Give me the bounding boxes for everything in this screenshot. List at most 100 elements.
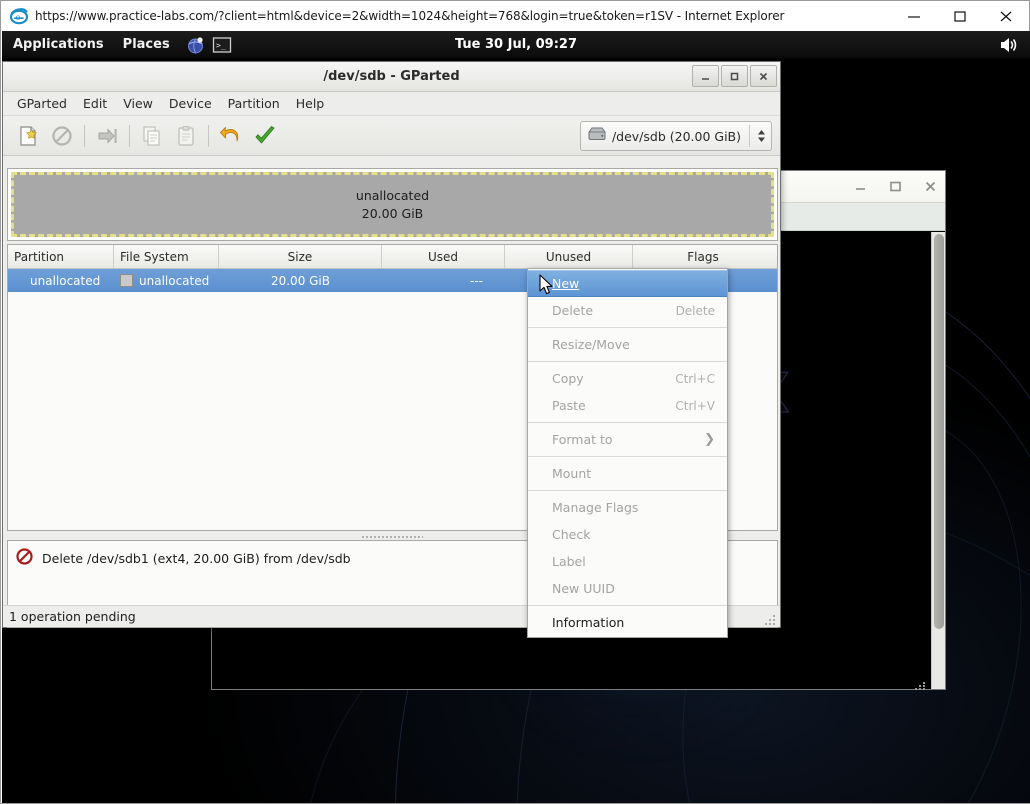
gnome-top-panel: Applications Places >_ — [2, 31, 1030, 59]
menu-item-paste-label: Paste — [552, 398, 586, 413]
kali-desktop: KALI LINUX The quieter you become, the m… — [2, 31, 1030, 803]
cell-size: 20.00 GiB — [219, 274, 382, 288]
ie-title-bar: e https://www.practice-labs.com/?client=… — [1, 1, 1029, 31]
menu-device[interactable]: Device — [161, 93, 220, 114]
menu-item-mount: Mount — [528, 460, 727, 487]
menu-item-mount-label: Mount — [552, 466, 591, 481]
menu-gparted[interactable]: GParted — [9, 93, 75, 114]
column-header-used[interactable]: Used — [382, 245, 505, 268]
menu-help[interactable]: Help — [288, 93, 333, 114]
status-text: 1 operation pending — [9, 609, 136, 624]
terminal-scrollbar-thumb[interactable] — [934, 234, 944, 629]
menu-partition[interactable]: Partition — [220, 93, 288, 114]
menu-view[interactable]: View — [115, 93, 161, 114]
background-window-controls — [854, 171, 937, 203]
ie-window-controls — [891, 1, 1029, 31]
svg-text:>_: >_ — [216, 41, 226, 50]
places-menu[interactable]: Places — [115, 34, 178, 55]
toolbar-separator — [208, 125, 209, 147]
background-close-button[interactable] — [924, 178, 937, 197]
menu-item-new-label: New — [552, 276, 579, 291]
background-minimize-button[interactable] — [854, 178, 867, 197]
terminal-scrollbar[interactable] — [931, 232, 945, 689]
column-header-size[interactable]: Size — [219, 245, 382, 268]
internet-explorer-window: e https://www.practice-labs.com/?client=… — [0, 0, 1030, 804]
partition-context-menu[interactable]: New Delete Delete Resize/Move Copy Ctrl+… — [527, 268, 728, 638]
hard-disk-icon — [587, 126, 607, 146]
chevron-right-icon: ❯ — [704, 432, 715, 447]
menu-item-resize-move-label: Resize/Move — [552, 337, 630, 352]
volume-icon[interactable] — [998, 34, 1020, 60]
menu-separator — [528, 327, 727, 328]
updown-arrows-icon[interactable] — [749, 125, 767, 147]
delete-partition-button — [45, 120, 79, 152]
ie-close-button[interactable] — [983, 1, 1029, 31]
cell-used: --- — [382, 274, 505, 288]
menu-item-format-to: Format to ❯ — [528, 426, 727, 453]
unallocated-block-size: 20.00 GiB — [362, 206, 424, 221]
web-browser-icon[interactable] — [186, 35, 206, 55]
menu-separator — [528, 361, 727, 362]
gparted-title-bar: /dev/sdb - GParted — [3, 62, 780, 92]
terminal-icon[interactable]: >_ — [212, 35, 232, 55]
menu-item-delete-accel: Delete — [676, 304, 715, 318]
internet-explorer-icon: e — [10, 7, 28, 25]
menu-item-check: Check — [528, 521, 727, 548]
menu-separator — [528, 456, 727, 457]
gparted-menu-bar: GParted Edit View Device Partition Help — [3, 92, 780, 116]
gparted-window-controls — [692, 65, 777, 87]
menu-item-paste: Paste Ctrl+V — [528, 392, 727, 419]
panel-launchers: >_ — [186, 35, 232, 55]
cell-partition: unallocated — [8, 274, 114, 288]
apply-button[interactable] — [248, 120, 282, 152]
menu-item-manage-flags: Manage Flags — [528, 494, 727, 521]
menu-separator — [528, 605, 727, 606]
delete-prohibited-icon — [16, 548, 33, 569]
gparted-resize-grip[interactable] — [765, 612, 777, 624]
gparted-close-button[interactable] — [750, 65, 777, 87]
menu-item-format-to-label: Format to — [552, 432, 613, 447]
menu-item-new-uuid-label: New UUID — [552, 581, 615, 596]
undo-button[interactable] — [214, 120, 248, 152]
resize-move-button — [90, 120, 124, 152]
file-system-color-swatch — [120, 274, 133, 287]
gparted-window[interactable]: /dev/sdb - GParted GParted Edit View — [2, 61, 781, 628]
menu-separator — [528, 422, 727, 423]
disk-graphic[interactable]: unallocated 20.00 GiB — [7, 168, 778, 241]
unallocated-block[interactable]: unallocated 20.00 GiB — [11, 172, 774, 237]
gparted-maximize-button[interactable] — [721, 65, 748, 87]
gparted-minimize-button[interactable] — [692, 65, 719, 87]
menu-item-copy: Copy Ctrl+C — [528, 365, 727, 392]
menu-item-delete: Delete Delete — [528, 297, 727, 324]
toolbar-separator — [84, 125, 85, 147]
menu-item-copy-label: Copy — [552, 371, 584, 386]
ie-title-text: https://www.practice-labs.com/?client=ht… — [35, 9, 784, 23]
menu-item-delete-label: Delete — [552, 303, 593, 318]
device-selector-value: /dev/sdb (20.00 GiB) — [612, 129, 741, 144]
new-partition-button[interactable] — [11, 120, 45, 152]
background-maximize-button[interactable] — [889, 178, 902, 197]
menu-item-information-label: Information — [552, 615, 624, 630]
column-header-unused[interactable]: Unused — [505, 245, 633, 268]
background-window-resize-grip[interactable] — [914, 676, 928, 686]
mouse-cursor — [539, 274, 554, 300]
menu-edit[interactable]: Edit — [75, 93, 115, 114]
menu-item-paste-accel: Ctrl+V — [675, 399, 715, 413]
applications-menu[interactable]: Applications — [5, 34, 112, 55]
ie-minimize-button[interactable] — [891, 1, 937, 31]
menu-item-resize-move: Resize/Move — [528, 331, 727, 358]
menu-item-new[interactable]: New — [528, 270, 727, 297]
pane-splitter-grip — [361, 535, 423, 539]
toolbar-separator — [129, 125, 130, 147]
column-header-partition[interactable]: Partition — [8, 245, 114, 268]
menu-item-information[interactable]: Information — [528, 609, 727, 636]
cell-file-system: unallocated — [114, 274, 219, 288]
menu-item-label-label: Label — [552, 554, 586, 569]
column-header-file-system[interactable]: File System — [114, 245, 219, 268]
column-header-flags[interactable]: Flags — [633, 245, 773, 268]
menu-item-copy-accel: Ctrl+C — [675, 372, 715, 386]
device-selector[interactable]: /dev/sdb (20.00 GiB) — [580, 121, 772, 151]
menu-item-label: Label — [528, 548, 727, 575]
ie-maximize-button[interactable] — [937, 1, 983, 31]
menu-item-new-uuid: New UUID — [528, 575, 727, 602]
